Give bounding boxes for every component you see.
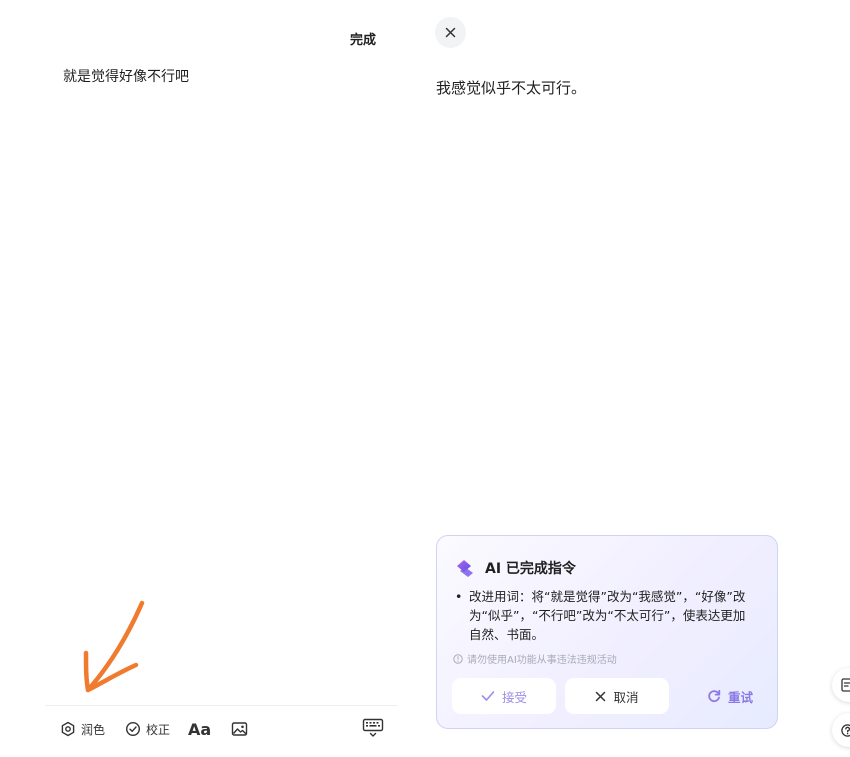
help-icon: [841, 723, 850, 737]
polish-icon: [61, 721, 75, 737]
ai-suggestion-line: 自然、书面。: [469, 627, 545, 642]
ai-suggestion-line: 改进用词：将“就是觉得”改为“我感觉”，“好像”改: [469, 589, 746, 604]
bullet-marker: •: [455, 589, 463, 604]
ai-card-title: AI 已完成指令: [485, 561, 576, 577]
cancel-button[interactable]: 取消: [565, 678, 669, 714]
retry-label: 重试: [727, 689, 753, 705]
ai-warning-text: 请勿使用AI功能从事违法违规活动: [467, 655, 617, 666]
ai-card-header: AI 已完成指令: [455, 558, 576, 578]
done-button[interactable]: 完成: [350, 29, 376, 48]
toolbar-divider: [45, 705, 398, 706]
annotation-arrow-icon: [83, 600, 145, 693]
editor-text[interactable]: 就是觉得好像不行吧: [63, 66, 189, 86]
help-button[interactable]: [832, 713, 850, 747]
image-icon: [232, 722, 248, 736]
ai-result-card: AI 已完成指令 • 改进用词：将“就是觉得”改为“我感觉”，“好像”改 为“似…: [436, 535, 778, 729]
close-button[interactable]: [435, 17, 466, 48]
accept-button[interactable]: 接受: [452, 678, 556, 714]
polish-label: 润色: [81, 722, 106, 737]
image-button[interactable]: [231, 721, 248, 737]
ai-card-actions: 接受 取消 重试: [452, 678, 782, 714]
editor-pane: 完成 就是觉得好像不行吧 润色 校正 Aa: [0, 0, 410, 757]
ai-logo-icon: [457, 560, 473, 577]
close-icon: [445, 27, 456, 38]
cancel-label: 取消: [613, 689, 639, 705]
font-button[interactable]: Aa: [188, 720, 211, 739]
keyboard-button[interactable]: [362, 718, 384, 742]
keyboard-icon: [362, 718, 384, 737]
document-icon: [841, 678, 850, 692]
edge-float-button[interactable]: [832, 668, 850, 702]
ai-warning: 请勿使用AI功能从事违法违规活动: [453, 651, 617, 666]
accept-label: 接受: [501, 689, 527, 705]
result-text: 我感觉似乎不太可行。: [436, 79, 587, 97]
editor-toolbar: 润色 校正 Aa: [60, 717, 248, 741]
checkmark-icon: [481, 691, 495, 701]
polish-button[interactable]: 润色: [60, 721, 105, 738]
retry-button[interactable]: 重试: [678, 678, 782, 714]
check-label: 校正: [146, 722, 171, 737]
check-circle-icon: [126, 721, 141, 737]
ai-card-body: • 改进用词：将“就是觉得”改为“我感觉”，“好像”改 为“似乎”，“不行吧”改…: [455, 587, 761, 644]
check-button[interactable]: 校正: [125, 721, 170, 738]
ai-suggestion-text: 改进用词：将“就是觉得”改为“我感觉”，“好像”改 为“似乎”，“不行吧”改为“…: [455, 587, 761, 644]
close-icon: [596, 691, 606, 701]
info-icon: [453, 653, 463, 664]
refresh-icon: [708, 689, 721, 703]
ai-suggestion-line: 为“似乎”，“不行吧”改为“不太可行”，使表达更加: [469, 608, 746, 623]
